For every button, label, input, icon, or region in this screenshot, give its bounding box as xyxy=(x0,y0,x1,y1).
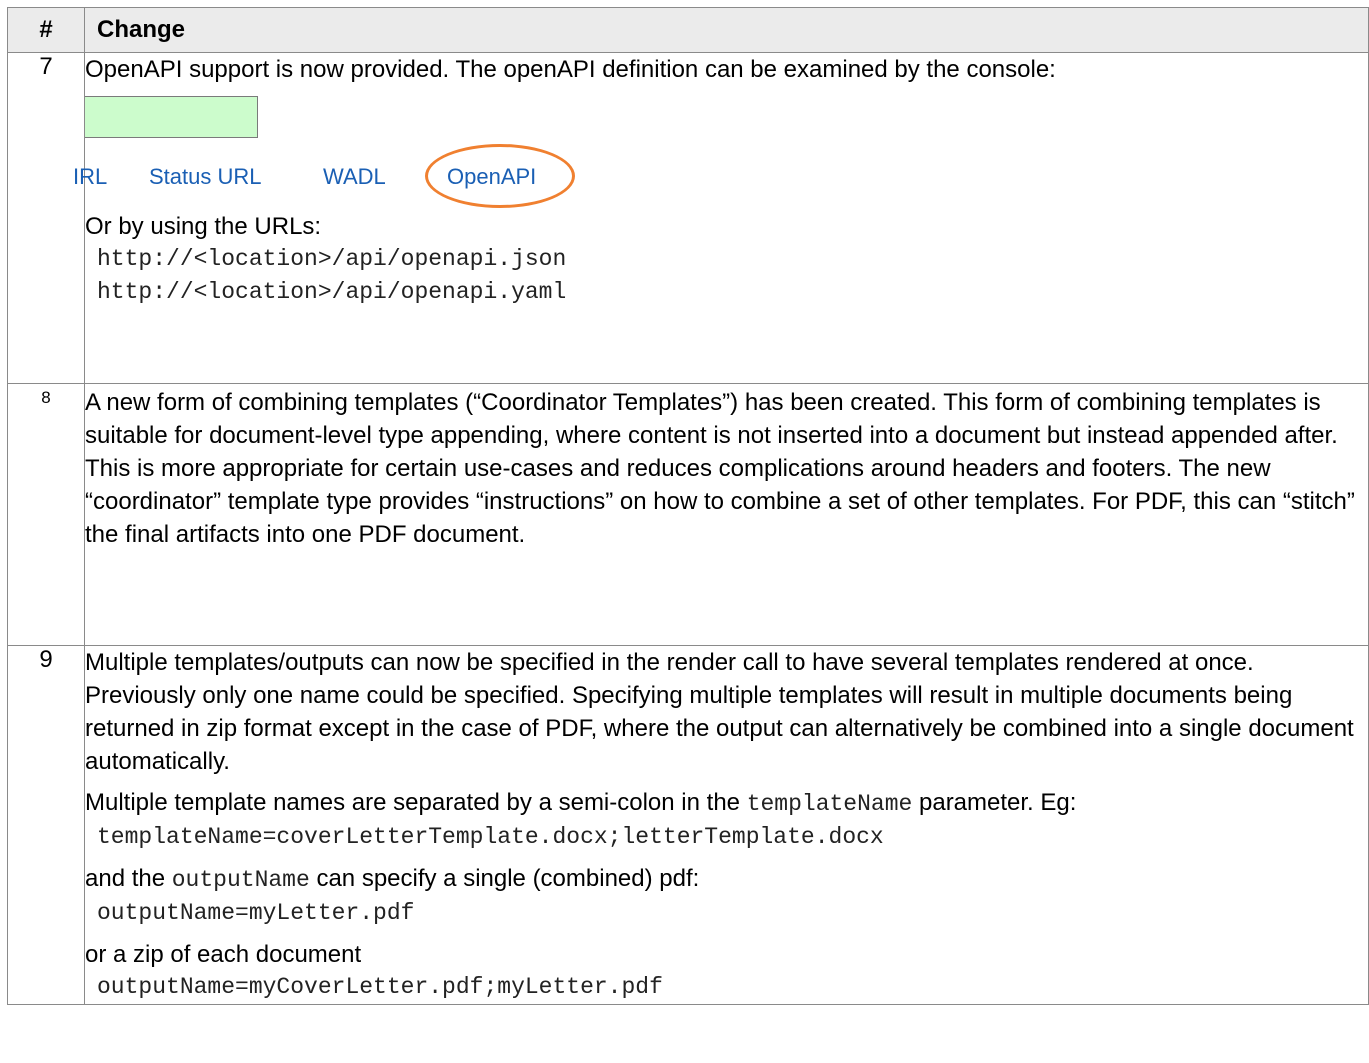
inline-code: templateName xyxy=(746,791,913,817)
changes-table: # Change 7 OpenAPI support is now provid… xyxy=(7,7,1369,1005)
row-number: 8 xyxy=(7,383,85,646)
zip-text: or a zip of each document xyxy=(85,941,362,968)
inline-code: outputName xyxy=(171,867,310,893)
code-example: outputName=myCoverLetter.pdf;myLetter.pd… xyxy=(97,974,663,1000)
row-content: A new form of combining templates (“Coor… xyxy=(84,383,1369,646)
console-screenshot: IRL Status URL WADL OpenAPI xyxy=(73,90,1368,210)
openapi-intro: OpenAPI support is now provided. The ope… xyxy=(85,56,1056,83)
multiple-templates-text: Multiple templates/outputs can now be sp… xyxy=(85,649,1354,775)
header-row: # Change xyxy=(7,7,1369,53)
code-example: templateName=coverLetterTemplate.docx;le… xyxy=(97,824,884,850)
table-row: 9 Multiple templates/outputs can now be … xyxy=(7,645,1369,1005)
table-row: 8 A new form of combining templates (“Co… xyxy=(7,383,1369,646)
url-json: http://<location>/api/openapi.json xyxy=(97,246,567,272)
urls-intro: Or by using the URLs: xyxy=(85,213,322,240)
output-name-text: and the outputName can specify a single … xyxy=(85,865,700,893)
url-yaml: http://<location>/api/openapi.yaml xyxy=(97,279,567,305)
table-row: 7 OpenAPI support is now provided. The o… xyxy=(7,52,1369,384)
link-url: IRL xyxy=(73,164,108,189)
separator-text: Multiple template names are separated by… xyxy=(85,789,1077,817)
link-wadl: WADL xyxy=(323,164,386,189)
code-example: outputName=myLetter.pdf xyxy=(97,900,415,926)
row-content: OpenAPI support is now provided. The ope… xyxy=(73,52,1369,384)
row-number: 9 xyxy=(7,645,85,1005)
row-content: Multiple templates/outputs can now be sp… xyxy=(84,645,1369,1005)
link-status-url: Status URL xyxy=(149,164,262,189)
console-input-box xyxy=(85,96,258,138)
header-number: # xyxy=(7,7,85,53)
coordinator-templates-text: A new form of combining templates (“Coor… xyxy=(85,389,1355,548)
row-number: 7 xyxy=(7,52,85,384)
highlight-circle xyxy=(425,144,575,208)
header-change: Change xyxy=(84,7,1369,53)
